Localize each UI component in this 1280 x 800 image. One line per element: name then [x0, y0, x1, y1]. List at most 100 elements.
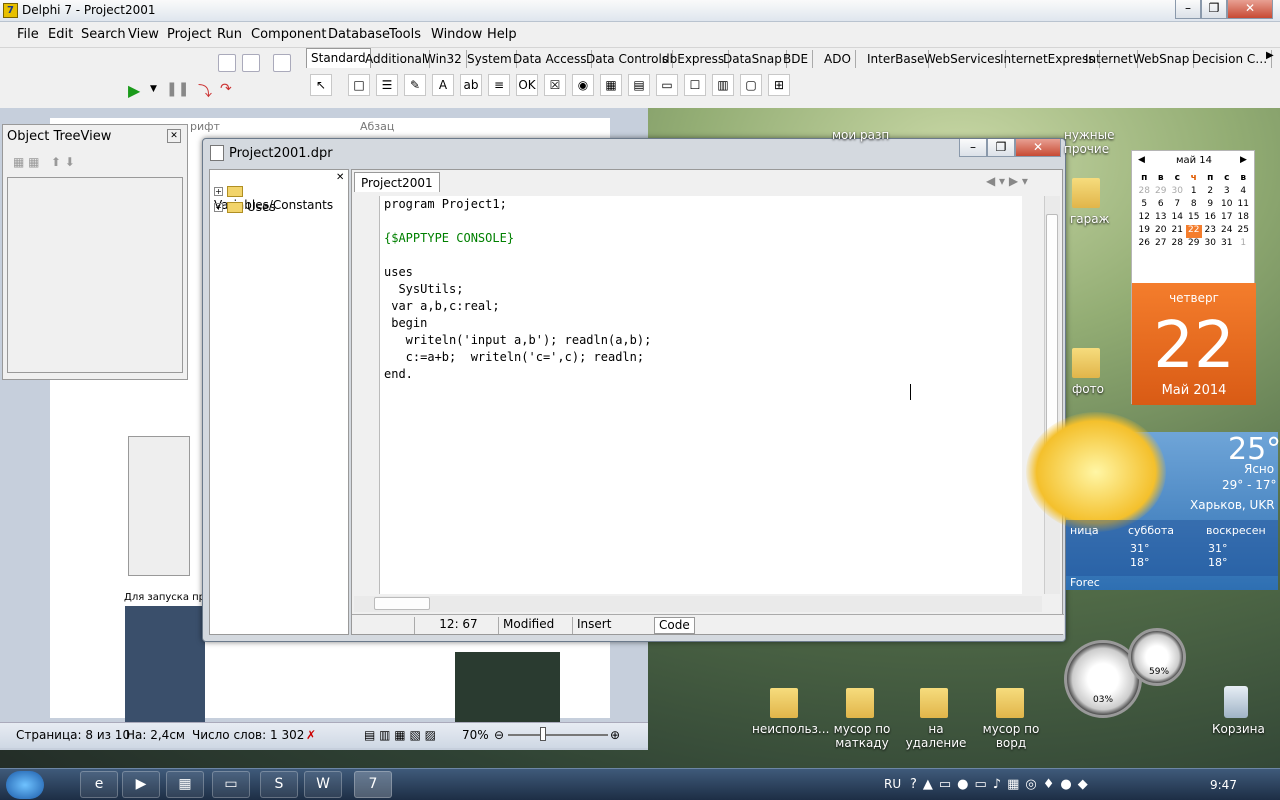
desktop-label-nuzhnye[interactable]: нужные прочие — [1064, 128, 1114, 156]
language-indicator[interactable]: RU — [884, 777, 901, 791]
calendar-day-cell[interactable]: 17 — [1219, 212, 1236, 225]
folder-icon[interactable] — [996, 688, 1024, 718]
zoom-slider-thumb[interactable] — [540, 727, 546, 741]
code-line[interactable]: program Project1; — [384, 196, 1018, 213]
trace-into-icon[interactable]: ⤵ — [198, 81, 212, 101]
menu-run[interactable]: Run — [217, 27, 242, 42]
code-view-tab[interactable]: Code — [654, 617, 695, 634]
view-unit-icon[interactable] — [273, 54, 291, 72]
calendar-day-cell[interactable]: 13 — [1153, 212, 1170, 225]
pw-maximize-button[interactable]: ❐ — [987, 139, 1015, 157]
folder-icon[interactable] — [920, 688, 948, 718]
recycle-bin-icon[interactable] — [1224, 686, 1248, 718]
menu-window[interactable]: Window — [431, 27, 482, 42]
code-line[interactable]: end. — [384, 366, 1018, 383]
word-page-count[interactable]: Страница: 8 из 10 — [16, 728, 130, 742]
taskbar-calculator-icon[interactable]: ▦ — [166, 771, 204, 798]
panel-icon[interactable]: ▢ — [740, 74, 762, 96]
menu-search[interactable]: Search — [81, 27, 126, 42]
expand-icon[interactable]: + — [214, 203, 223, 212]
toggle-form-unit-icon[interactable] — [218, 54, 236, 72]
calendar-day-cell[interactable]: 10 — [1219, 199, 1236, 212]
code-line[interactable]: writeln('input a,b'); readln(a,b); — [384, 332, 1018, 349]
calendar-day-cell[interactable]: 29 — [1186, 238, 1203, 251]
menu-edit[interactable]: Edit — [48, 27, 73, 42]
popupmenu-icon[interactable]: ✎ — [404, 74, 426, 96]
code-line[interactable] — [384, 213, 1018, 230]
start-button[interactable] — [6, 771, 44, 799]
explorer-item-uses[interactable]: + Uses — [214, 200, 276, 214]
zoom-level[interactable]: 70% — [462, 728, 489, 742]
calendar-day-cell[interactable]: 23 — [1202, 225, 1219, 238]
desktop-label-musor-vord[interactable]: мусор по ворд — [980, 722, 1042, 750]
menu-database[interactable]: Database — [328, 27, 390, 42]
zoom-in-icon[interactable]: ⊕ — [610, 728, 620, 742]
code-line[interactable]: begin — [384, 315, 1018, 332]
memo-icon[interactable]: ≡ — [488, 74, 510, 96]
calendar-day-cell[interactable]: 30 — [1169, 186, 1186, 199]
editor-nav-icons[interactable]: ◀ ▾ ▶ ▾ — [986, 174, 1028, 188]
listbox-icon[interactable]: ▦ — [600, 74, 622, 96]
calendar-day-cell[interactable]: 28 — [1169, 238, 1186, 251]
edit-icon[interactable]: ab — [460, 74, 482, 96]
calendar-day-cell[interactable]: 3 — [1219, 186, 1236, 199]
calendar-day-cell[interactable]: 29 — [1153, 186, 1170, 199]
palette-scroll-right-icon[interactable]: ▶ — [1266, 50, 1274, 61]
radiobutton-icon[interactable]: ◉ — [572, 74, 594, 96]
calendar-day-cell[interactable]: 25 — [1235, 225, 1252, 238]
folder-icon[interactable] — [846, 688, 874, 718]
groupbox-icon[interactable]: ☐ — [684, 74, 706, 96]
word-word-count[interactable]: Число слов: 1 302 — [192, 728, 304, 742]
tab-ado[interactable]: ADO — [820, 50, 856, 68]
word-position[interactable]: На: 2,4см — [126, 728, 185, 742]
minimize-button[interactable]: – — [1175, 0, 1201, 19]
calendar-day-cell[interactable]: 6 — [1153, 199, 1170, 212]
mainmenu-icon[interactable]: ☰ — [376, 74, 398, 96]
tab-datasnap[interactable]: DataSnap — [719, 50, 787, 68]
close-button[interactable]: ✕ — [1227, 0, 1273, 19]
menu-file[interactable]: File — [17, 27, 39, 42]
taskbar-delphi-icon[interactable]: 7 — [354, 771, 392, 798]
menu-help[interactable]: Help — [487, 27, 517, 42]
calendar-day-cell[interactable]: 15 — [1186, 212, 1203, 225]
calendar-day-cell[interactable]: 1 — [1235, 238, 1252, 251]
taskbar-ie-icon[interactable]: e — [80, 771, 118, 798]
calendar-day-cell[interactable]: 8 — [1186, 199, 1203, 212]
calendar-day-cell[interactable]: 9 — [1202, 199, 1219, 212]
tab-websnap[interactable]: WebSnap — [1129, 50, 1195, 68]
calendar-day-cell[interactable]: 14 — [1169, 212, 1186, 225]
calendar-day-cell[interactable]: 26 — [1136, 238, 1153, 251]
calendar-grid[interactable]: п в с ч п с в28 29 30 1 2 3 45 6 7 8 9 10 1112 13 14 15 16 17 18… — [1136, 173, 1252, 251]
code-line[interactable]: uses — [384, 264, 1018, 281]
calendar-day-cell[interactable]: 21 — [1169, 225, 1186, 238]
tab-bde[interactable]: BDE — [779, 50, 814, 68]
calendar-day-cell[interactable]: 24 — [1219, 225, 1236, 238]
calendar-day-cell[interactable]: 28 — [1136, 186, 1153, 199]
calendar-day-cell[interactable]: 7 — [1169, 199, 1186, 212]
menu-view[interactable]: View — [128, 27, 159, 42]
tray-icons[interactable]: ?▲▭●▭♪▦◎♦●◆ — [910, 777, 1094, 792]
step-over-icon[interactable]: ↷ — [220, 81, 232, 97]
calendar-day-cell[interactable]: 22 — [1185, 225, 1202, 238]
zoom-out-icon[interactable]: ⊖ — [494, 728, 504, 742]
run-dropdown-icon[interactable]: ▼ — [150, 84, 157, 94]
explorer-close-icon[interactable]: ✕ — [336, 172, 344, 183]
desktop-label-na-udalenie[interactable]: на удаление — [900, 722, 972, 750]
desktop-label-moi[interactable]: мои разп — [832, 128, 889, 142]
calendar-day-cell[interactable]: 18 — [1235, 212, 1252, 225]
horizontal-scrollbar[interactable] — [354, 596, 1042, 612]
calendar-day-cell[interactable]: 31 — [1219, 238, 1236, 251]
clock[interactable]: 9:47 — [1210, 778, 1237, 792]
taskbar-media-icon[interactable]: ▶ — [122, 771, 160, 798]
desktop-label-foto[interactable]: фото — [1072, 382, 1104, 396]
tab-webservices[interactable]: WebServices — [920, 50, 1006, 68]
code-line[interactable] — [384, 247, 1018, 264]
tab-decision-cube[interactable]: Decision C… — [1188, 50, 1273, 68]
taskbar-word-icon[interactable]: W — [304, 771, 342, 798]
view-buttons[interactable]: ▤ ▥ ▦ ▧ ▨ — [364, 728, 436, 742]
radiogroup-icon[interactable]: ▥ — [712, 74, 734, 96]
pause-icon[interactable]: ❚❚ — [166, 81, 189, 97]
calendar-day-cell[interactable]: 12 — [1136, 212, 1153, 225]
treeview-toolbar-icons[interactable]: ▦ ▦ ⬆ ⬇ — [13, 155, 75, 169]
frames-icon[interactable]: □ — [348, 74, 370, 96]
